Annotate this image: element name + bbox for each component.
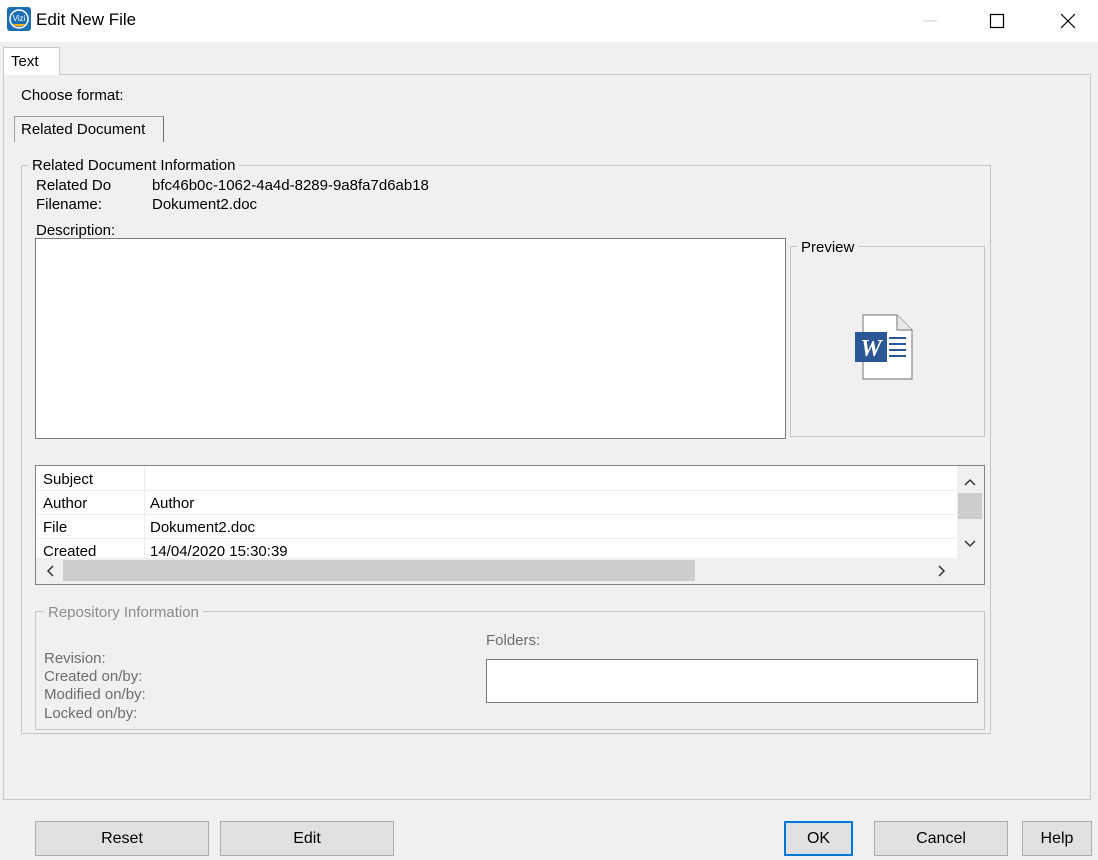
table-row[interactable]: Author Author: [37, 491, 957, 515]
locked-on-by-label: Locked on/by:: [44, 705, 138, 722]
related-doc-id-value: bfc46b0c-1062-4a4d-8289-9a8fa7d6ab18: [152, 177, 429, 194]
maximize-button[interactable]: [974, 0, 1020, 42]
filename-value: Dokument2.doc: [152, 196, 258, 213]
close-button[interactable]: [1045, 0, 1091, 42]
description-textarea[interactable]: [35, 238, 786, 439]
scroll-right-arrow[interactable]: [932, 561, 952, 581]
choose-format-label: Choose format:: [21, 87, 124, 104]
help-button[interactable]: Help: [1022, 821, 1092, 856]
chevron-down-icon: [964, 540, 976, 548]
minimize-icon: [923, 20, 937, 22]
maximize-icon: [989, 13, 1005, 29]
tab-text[interactable]: Text: [3, 47, 60, 75]
revision-label: Revision:: [44, 650, 106, 667]
tab-related-document[interactable]: Related Document: [14, 116, 164, 142]
svg-text:W: W: [860, 336, 883, 362]
folders-list[interactable]: [486, 659, 978, 703]
chevron-left-icon: [46, 565, 54, 577]
chevron-up-icon: [964, 478, 976, 486]
minimize-button[interactable]: [906, 0, 952, 42]
related-document-group-title: Related Document Information: [28, 157, 240, 174]
reset-button[interactable]: Reset: [35, 821, 209, 856]
description-label: Description:: [36, 222, 116, 238]
folders-label: Folders:: [486, 632, 541, 649]
chevron-right-icon: [938, 565, 946, 577]
created-on-by-label: Created on/by:: [44, 668, 143, 684]
ok-button[interactable]: OK: [784, 821, 853, 856]
scroll-up-arrow[interactable]: [960, 472, 980, 492]
vertical-scrollbar-thumb[interactable]: [958, 493, 982, 519]
table-row[interactable]: Subject: [37, 467, 957, 491]
word-document-icon: W: [855, 314, 915, 380]
svg-text:Vizi: Vizi: [13, 14, 26, 23]
property-key: File: [43, 519, 68, 536]
horizontal-scrollbar-thumb[interactable]: [63, 560, 695, 581]
repository-group-title: Repository Information: [44, 604, 203, 621]
scroll-down-arrow[interactable]: [960, 534, 980, 554]
filename-label: Filename:: [36, 196, 102, 213]
property-value: Dokument2.doc: [150, 519, 256, 536]
edit-button[interactable]: Edit: [220, 821, 394, 856]
property-value: Author: [150, 495, 195, 512]
property-key: Author: [43, 495, 88, 512]
related-doc-id-label: Related Do: [36, 177, 112, 194]
table-row[interactable]: File Dokument2.doc: [37, 515, 957, 539]
cancel-button[interactable]: Cancel: [874, 821, 1008, 856]
preview-title: Preview: [797, 239, 859, 256]
modified-on-by-label: Modified on/by:: [44, 686, 146, 703]
app-logo-icon: Vizi: [7, 7, 31, 31]
scroll-left-arrow[interactable]: [40, 561, 60, 581]
close-icon: [1060, 13, 1076, 29]
property-key: Subject: [43, 471, 94, 488]
window-title: Edit New File: [36, 10, 137, 29]
